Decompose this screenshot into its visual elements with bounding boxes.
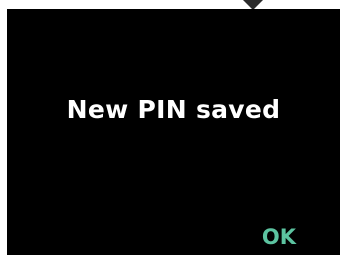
status-message: New PIN saved <box>66 95 281 124</box>
ok-button[interactable]: OK <box>258 223 300 251</box>
display-screen: New PIN saved OK <box>7 9 340 255</box>
device-frame: New PIN saved OK <box>0 0 346 257</box>
